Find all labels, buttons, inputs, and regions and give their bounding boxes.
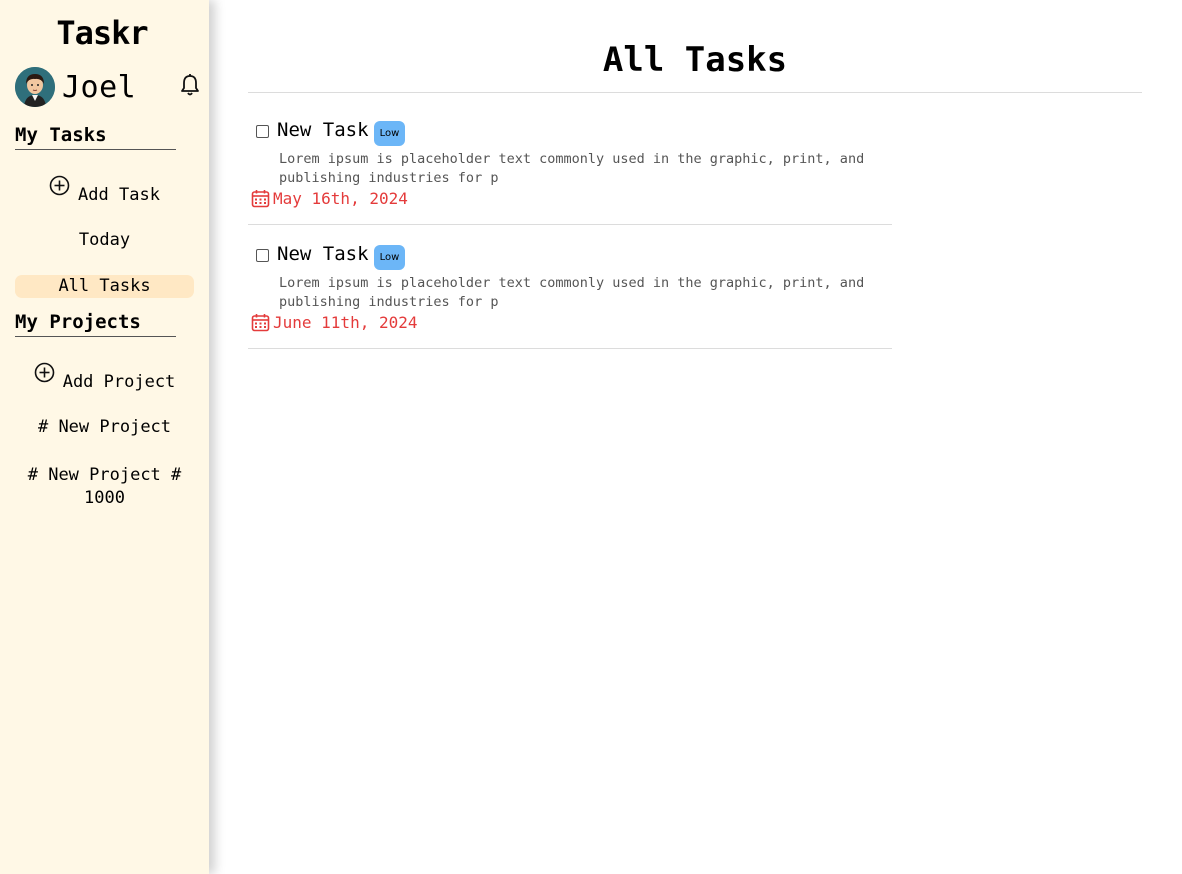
task-checkbox[interactable] [256, 125, 269, 138]
task-description: Lorem ipsum is placeholder text commonly… [279, 275, 865, 310]
bell-icon[interactable] [179, 73, 201, 97]
due-date-text: May 16th, 2024 [273, 189, 408, 208]
task-item[interactable]: New Task Low Lorem ipsum is placeholder … [248, 101, 892, 225]
due-date-text: June 11th, 2024 [273, 313, 418, 332]
task-description: Lorem ipsum is placeholder text commonly… [279, 151, 865, 186]
sidebar-item-project[interactable]: # New Project # 1000 [15, 464, 194, 510]
sidebar-item-today[interactable]: Today [15, 230, 194, 250]
add-task-button[interactable]: Add Task [15, 175, 194, 205]
username: Joel [62, 70, 137, 105]
task-item[interactable]: New Task Low Lorem ipsum is placeholder … [248, 225, 892, 349]
task-checkbox[interactable] [256, 249, 269, 262]
task-title[interactable]: New Task [277, 119, 369, 141]
task-title[interactable]: New Task [277, 243, 369, 265]
plus-circle-icon [49, 175, 70, 196]
add-task-label: Add Task [78, 185, 160, 205]
plus-circle-icon [34, 362, 55, 383]
calendar-icon [251, 313, 270, 332]
page-title: All Tasks [602, 40, 788, 80]
sidebar: Taskr Joel My Tasks Add Task Today All T… [0, 0, 209, 874]
due-date: June 11th, 2024 [251, 313, 418, 332]
avatar[interactable] [15, 67, 55, 107]
calendar-icon [251, 189, 270, 208]
priority-badge: Low [374, 121, 405, 146]
main-content: All Tasks New Task Low Lorem ipsum is pl… [226, 14, 1182, 862]
due-date: May 16th, 2024 [251, 189, 408, 208]
my-projects-heading: My Projects [15, 311, 176, 337]
my-tasks-heading: My Tasks [15, 124, 176, 150]
add-project-button[interactable]: Add Project [15, 362, 194, 392]
sidebar-item-all-tasks[interactable]: All Tasks [15, 275, 194, 298]
sidebar-item-project[interactable]: # New Project [15, 417, 194, 437]
divider [248, 92, 1142, 93]
app-window: Taskr Joel My Tasks Add Task Today All T… [0, 0, 1182, 874]
priority-badge: Low [374, 245, 405, 270]
app-logo: Taskr [56, 14, 148, 52]
add-project-label: Add Project [62, 372, 176, 392]
